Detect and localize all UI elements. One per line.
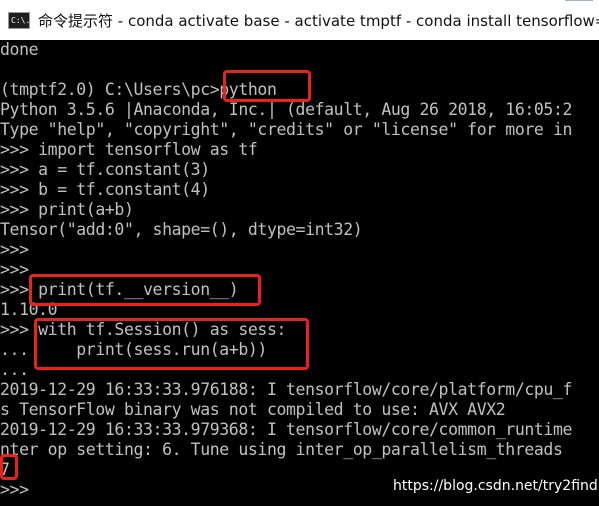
console-line: Type "help", "copyright", "credits" or "… bbox=[0, 120, 573, 139]
highlight-python-command bbox=[223, 70, 311, 102]
console-line: >>> print(a+b) bbox=[0, 200, 134, 219]
console-line: 2019-12-29 16:33:33.976188: I tensorflow… bbox=[0, 380, 573, 399]
cmd-icon: C:\. bbox=[8, 11, 30, 29]
console-line: nter op setting: 6. Tune using inter_op_… bbox=[0, 440, 563, 459]
highlight-session-block bbox=[34, 318, 309, 370]
console-line: 7 bbox=[0, 460, 10, 479]
console-line: >>> import tensorflow as tf bbox=[0, 140, 258, 159]
console-output[interactable]: done (tmptf2.0) C:\Users\pc>python Python … bbox=[0, 40, 599, 500]
console-line: s TensorFlow binary was not compiled to … bbox=[0, 400, 506, 419]
console-line: >>> a = tf.constant(3) bbox=[0, 160, 210, 179]
console-line: Python 3.5.6 |Anaconda, Inc.| (default, … bbox=[0, 100, 573, 119]
command-prompt-window: C:\. 命令提示符 - conda activate base - activ… bbox=[0, 0, 599, 506]
console-line: done bbox=[0, 40, 39, 59]
window-title: 命令提示符 - conda activate base - activate t… bbox=[38, 11, 599, 30]
highlight-result-value bbox=[0, 454, 18, 480]
title-bar-edge bbox=[565, 0, 593, 5]
title-bar[interactable]: C:\. 命令提示符 - conda activate base - activ… bbox=[0, 0, 599, 40]
highlight-version-command bbox=[29, 274, 261, 306]
watermark: https://blog.csdn.net/try2find bbox=[393, 478, 598, 494]
console-line: >>> bbox=[0, 240, 29, 259]
console-line: >>> b = tf.constant(4) bbox=[0, 180, 210, 199]
console-line: 2019-12-29 16:33:33.979368: I tensorflow… bbox=[0, 420, 573, 439]
console-line: Tensor("add:0", shape=(), dtype=int32) bbox=[0, 220, 363, 239]
